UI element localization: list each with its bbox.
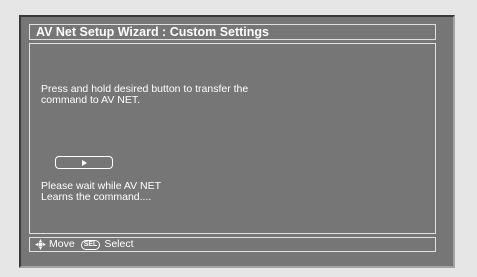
status-text: Please wait while AV NET Learns the comm… [41,180,162,203]
select-label: Select [104,238,134,250]
dpad-icon [35,239,46,250]
content-panel: Press and hold desired button to transfe… [29,43,436,234]
sel-key-icon: SEL [80,239,101,250]
window-title: AV Net Setup Wizard : Custom Settings [29,24,436,40]
play-button[interactable] [55,156,113,169]
instruction-text: Press and hold desired button to transfe… [41,83,249,106]
footer-bar: Move SEL Select [29,237,436,252]
play-icon [81,159,87,166]
move-label: Move [49,238,75,250]
